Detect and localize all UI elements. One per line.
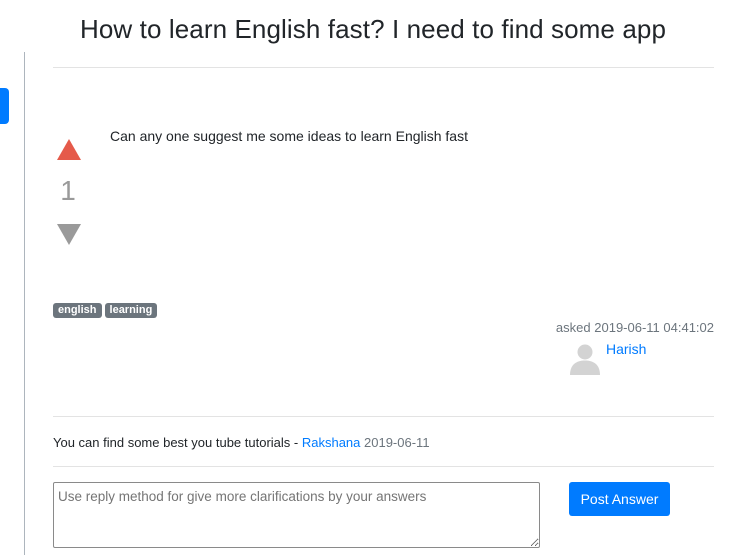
asked-info: asked 2019-06-11 04:41:02 — [556, 320, 714, 335]
comment-text: You can find some best you tube tutorial… — [53, 435, 302, 450]
comments-divider-top — [53, 416, 714, 417]
user-silhouette-icon — [570, 344, 600, 375]
title-divider — [53, 67, 714, 68]
tag-list: english learning — [53, 303, 158, 318]
question-page: How to learn English fast? I need to fin… — [0, 0, 743, 555]
question-title: How to learn English fast? I need to fin… — [79, 14, 666, 44]
post-answer-button[interactable]: Post Answer — [569, 482, 670, 516]
asked-label: asked — [555, 320, 591, 335]
comment: You can find some best you tube tutorial… — [53, 435, 430, 450]
sidebar-divider — [24, 52, 25, 555]
sidebar-toggle-tab[interactable] — [0, 88, 9, 124]
question-body: Can any one suggest me some ideas to lea… — [110, 128, 468, 144]
asked-datetime: 2019-06-11 04:41:02 — [594, 320, 714, 335]
upvote-icon[interactable] — [57, 139, 81, 160]
comment-author-link[interactable]: Rakshana — [302, 435, 361, 450]
author-link[interactable]: Harish — [606, 341, 646, 357]
tag-learning[interactable]: learning — [104, 303, 158, 318]
tag-english[interactable]: english — [53, 303, 102, 318]
vote-count: 1 — [60, 175, 76, 206]
reply-textarea[interactable] — [53, 482, 540, 548]
comment-date: 2019-06-11 — [364, 435, 430, 450]
comments-divider-bottom — [53, 466, 714, 467]
downvote-icon[interactable] — [57, 224, 81, 245]
